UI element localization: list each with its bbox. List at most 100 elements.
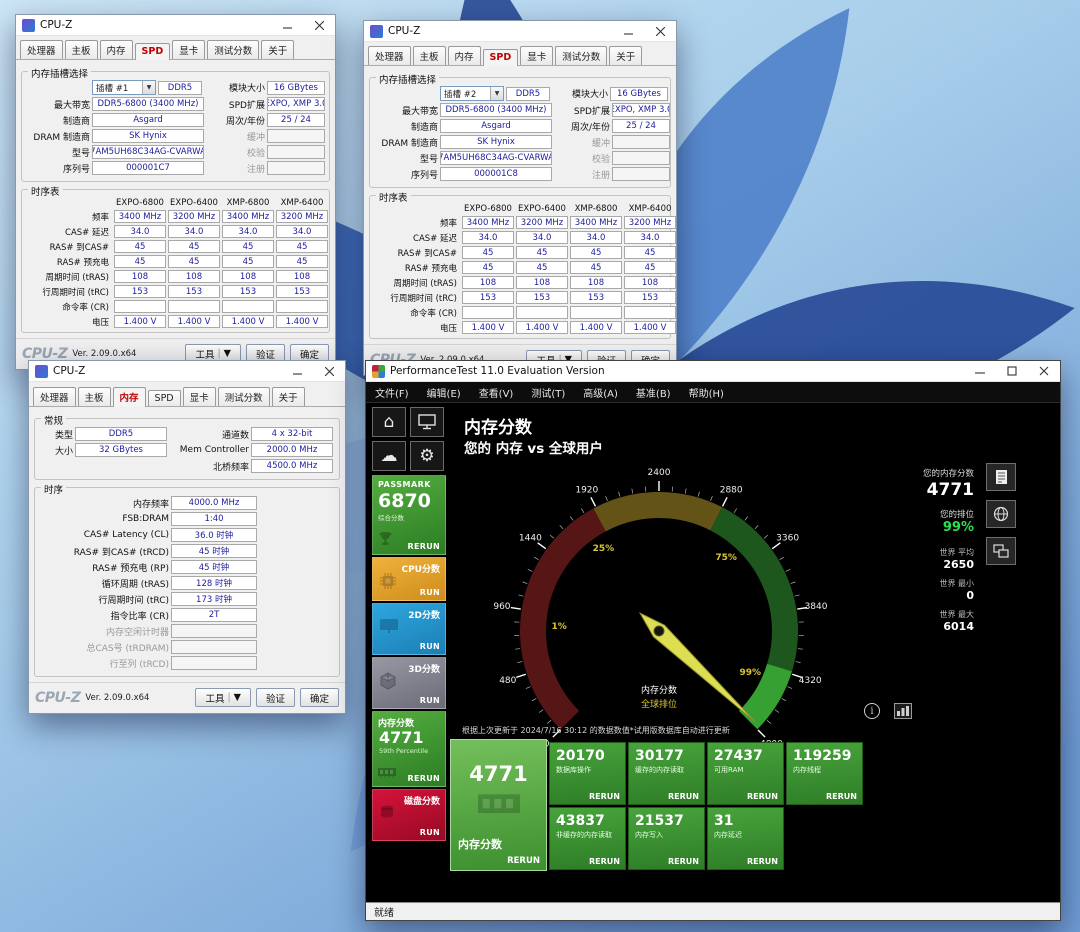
globe-icon[interactable] — [986, 500, 1016, 528]
passmark-rating-tile[interactable]: PASSMARK 6870 综合分数 RERUN — [372, 475, 446, 555]
menu-item-6[interactable]: 帮助(H) — [680, 382, 733, 402]
cpuz-logo: CPU-Z — [35, 689, 81, 706]
tools-button[interactable]: 工具|▼ — [195, 688, 251, 707]
maximize-button[interactable] — [996, 361, 1028, 381]
tab-处理器[interactable]: 处理器 — [368, 46, 411, 65]
timing-cell: 153 — [570, 291, 622, 304]
minimize-button[interactable] — [281, 361, 313, 381]
cpu-run-button[interactable]: RUN — [420, 588, 440, 597]
tab-显卡[interactable]: 显卡 — [520, 46, 554, 65]
result-rerun-button[interactable]: RERUN — [747, 857, 778, 866]
menu-item-3[interactable]: 测试(T) — [522, 382, 574, 402]
tab-主板[interactable]: 主板 — [412, 46, 446, 65]
result-tile-4[interactable]: 43837 非缓存的内存读取 RERUN — [549, 807, 626, 870]
minimize-button[interactable] — [612, 21, 644, 41]
close-button[interactable] — [1028, 361, 1060, 381]
close-button[interactable] — [644, 21, 676, 41]
timing-cell: 45 — [624, 246, 676, 259]
gear-icon[interactable]: ⚙ — [410, 441, 444, 471]
memory-score-tile[interactable]: 内存分数 4771 59th Percentile RERUN — [372, 711, 446, 787]
tab-SPD[interactable]: SPD — [134, 43, 171, 60]
field-label: DRAM 制造商 — [381, 138, 438, 149]
timing-cell: 45 — [516, 261, 568, 274]
home-icon[interactable]: ⌂ — [372, 407, 406, 437]
g2d-score-tile[interactable]: 2D分数 RUN — [372, 603, 446, 655]
disk-run-button[interactable]: RUN — [420, 828, 440, 837]
main-tile-rerun-button[interactable]: RERUN — [507, 856, 540, 866]
menu-item-5[interactable]: 基准(B) — [627, 382, 680, 402]
menu-item-1[interactable]: 编辑(E) — [418, 382, 470, 402]
tab-显卡[interactable]: 显卡 — [172, 40, 206, 59]
tab-内存[interactable]: 内存 — [99, 40, 133, 59]
info-icon[interactable]: i — [864, 703, 880, 719]
tab-内存[interactable]: 内存 — [447, 46, 481, 65]
tab-主板[interactable]: 主板 — [64, 40, 98, 59]
field-value: 2000.0 MHz — [251, 443, 333, 457]
chevron-down-icon: ▼ — [142, 81, 155, 94]
slot-select[interactable]: 插槽 #1 ▼ — [92, 80, 156, 95]
validate-button[interactable]: 验证 — [255, 688, 295, 707]
pt-titlebar[interactable]: PerformanceTest 11.0 Evaluation Version — [366, 361, 1060, 382]
close-button[interactable] — [303, 15, 335, 35]
result-tile-2[interactable]: 27437 可用RAM RERUN — [707, 742, 784, 805]
tab-显卡[interactable]: 显卡 — [182, 387, 216, 406]
tab-主板[interactable]: 主板 — [77, 387, 111, 406]
tab-处理器[interactable]: 处理器 — [20, 40, 63, 59]
result-rerun-button[interactable]: RERUN — [589, 792, 620, 801]
result-value: 20170 — [556, 748, 605, 764]
cloud-icon[interactable]: ☁ — [372, 441, 406, 471]
memory-score-main-tile[interactable]: 4771 内存分数 RERUN — [450, 739, 547, 871]
timing-cell: 108 — [624, 276, 676, 289]
result-rerun-button[interactable]: RERUN — [589, 857, 620, 866]
memory-general-group: 常规 类型 DDR5 通道数 4 x 32-bit 大小 32 GBytes Mem C… — [34, 413, 340, 480]
result-rerun-button[interactable]: RERUN — [747, 792, 778, 801]
tab-关于[interactable]: 关于 — [609, 46, 643, 65]
minimize-button[interactable] — [271, 15, 303, 35]
tab-测试分数[interactable]: 测试分数 — [555, 46, 608, 65]
timing-col-header: XMP-6800 — [574, 204, 618, 214]
disk-score-tile[interactable]: 磁盘分数 RUN — [372, 789, 446, 841]
menu-item-4[interactable]: 高级(A) — [574, 382, 627, 402]
tab-内存[interactable]: 内存 — [112, 387, 146, 407]
tab-处理器[interactable]: 处理器 — [33, 387, 76, 406]
baseline-monitor-icon[interactable] — [410, 407, 444, 437]
result-rerun-button[interactable]: RERUN — [668, 857, 699, 866]
field-value: 7AM5UH68C34AG-CVARWA — [92, 145, 204, 159]
tab-关于[interactable]: 关于 — [261, 40, 295, 59]
cpu-tile-label: CPU分数 — [401, 565, 440, 575]
timing-cell — [570, 306, 622, 319]
g3d-run-button[interactable]: RUN — [420, 696, 440, 705]
titlebar[interactable]: CPU-Z — [29, 361, 345, 382]
g3d-score-tile[interactable]: 3D分数 RUN — [372, 657, 446, 709]
passmark-rerun-button[interactable]: RERUN — [408, 542, 440, 551]
chart-icon[interactable] — [894, 703, 912, 719]
tab-测试分数[interactable]: 测试分数 — [207, 40, 260, 59]
result-tile-5[interactable]: 21537 内存写入 RERUN — [628, 807, 705, 870]
report-icon[interactable] — [986, 463, 1016, 491]
result-rerun-button[interactable]: RERUN — [826, 792, 857, 801]
ok-button[interactable]: 确定 — [299, 688, 339, 707]
close-button[interactable] — [313, 361, 345, 381]
tab-SPD[interactable]: SPD — [147, 390, 181, 406]
menu-item-0[interactable]: 文件(F) — [366, 382, 418, 402]
memory-rerun-button[interactable]: RERUN — [408, 774, 440, 783]
result-tile-3[interactable]: 119259 内存线程 RERUN — [786, 742, 863, 805]
tab-SPD[interactable]: SPD — [482, 49, 519, 66]
tab-关于[interactable]: 关于 — [271, 387, 305, 406]
cpu-score-tile[interactable]: CPU分数 RUN — [372, 557, 446, 601]
field-value — [612, 167, 670, 181]
result-rerun-button[interactable]: RERUN — [668, 792, 699, 801]
group-title: 时序 — [41, 482, 67, 496]
compare-icon[interactable] — [986, 537, 1016, 565]
slot-select[interactable]: 插槽 #2 ▼ — [440, 86, 504, 101]
minimize-button[interactable] — [964, 361, 996, 381]
g2d-run-button[interactable]: RUN — [420, 642, 440, 651]
result-tile-1[interactable]: 30177 缓存的内存读取 RERUN — [628, 742, 705, 805]
titlebar[interactable]: CPU-Z — [364, 21, 676, 42]
result-tile-6[interactable]: 31 内存延迟 RERUN — [707, 807, 784, 870]
menu-item-2[interactable]: 查看(V) — [470, 382, 523, 402]
titlebar[interactable]: CPU-Z — [16, 15, 335, 36]
timing-row-label: CAS# 延迟 — [65, 227, 109, 238]
result-tile-0[interactable]: 20170 数据库操作 RERUN — [549, 742, 626, 805]
tab-测试分数[interactable]: 测试分数 — [217, 387, 270, 406]
